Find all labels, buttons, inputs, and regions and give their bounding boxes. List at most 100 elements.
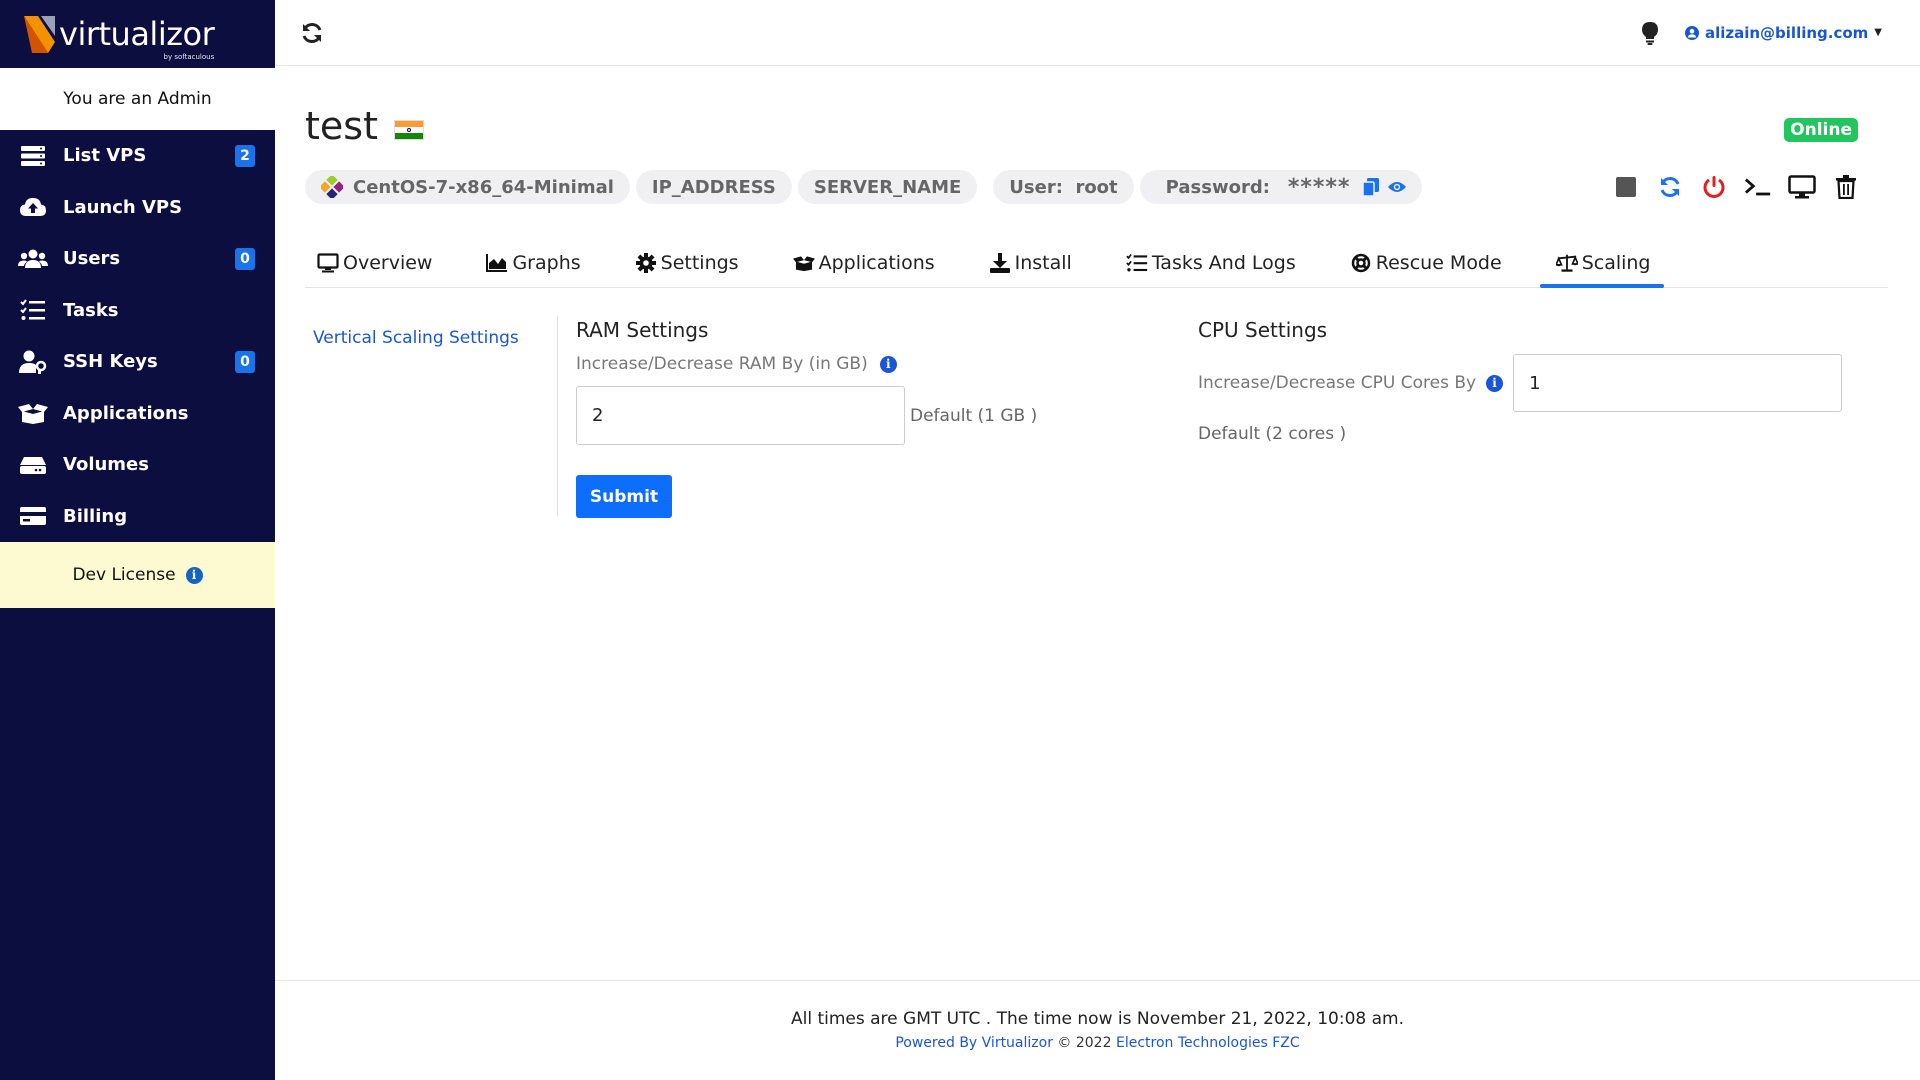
stop-icon [1616,177,1636,197]
powered-by-link[interactable]: Powered By Virtualizor [895,1035,1053,1051]
sidebar-item-volumes[interactable]: Volumes [0,439,275,491]
scaling-sidenav: Vertical Scaling Settings [305,316,558,516]
server-name: SERVER_NAME [813,176,962,198]
tab-overview[interactable]: Overview [317,238,432,287]
eye-icon[interactable] [1388,178,1407,196]
ram-input[interactable] [576,386,905,445]
terminal-icon [1744,178,1771,196]
hdd-icon [18,453,48,477]
sidebar-item-label: Users [63,248,121,270]
tab-label: Graphs [512,251,581,274]
virtualizor-logo-icon [24,15,55,53]
vps-user: User: root [1009,176,1118,198]
lightbulb-icon[interactable] [1637,20,1663,46]
users-icon [18,247,48,271]
company-link[interactable]: Electron Technologies FZC [1116,1035,1300,1051]
sidebar-item-launch-vps[interactable]: Launch VPS [0,182,275,234]
scaling-panel: Vertical Scaling Settings RAM Settings I… [305,316,1888,518]
tab-label: Applications [818,251,935,274]
admin-notice: You are an Admin [0,68,275,130]
main-content: test Online CentOS-7-x86_64-Minimal IP_A… [305,66,1888,518]
password-mask: ***** [1287,174,1351,200]
ram-settings-title: RAM Settings [576,318,709,342]
balance-scale-icon [1555,252,1578,274]
brand-logo[interactable]: virtualizor by softaculous [0,0,275,68]
india-flag-icon [393,120,424,140]
server-pill: SERVER_NAME [797,170,978,204]
sidebar-item-tasks[interactable]: Tasks [0,285,275,337]
ram-field-label: Increase/Decrease RAM By (in GB) [576,354,868,374]
download-icon [989,252,1011,274]
refresh-button[interactable] [297,18,327,48]
tab-label: Settings [660,251,739,274]
cpu-input[interactable] [1513,354,1843,412]
user-menu[interactable]: alizain@billing.com ▼ [1684,24,1882,42]
life-ring-icon [1350,252,1372,274]
restart-button[interactable] [1656,173,1684,201]
trash-icon [1836,175,1856,199]
info-icon[interactable]: i [1486,374,1504,392]
tab-label: Scaling [1581,251,1651,274]
count-badge: 0 [235,247,255,270]
server-time: All times are GMT UTC . The time now is … [790,1009,1404,1029]
tab-applications[interactable]: Applications [792,238,935,287]
server-icon [18,144,48,168]
console-button[interactable] [1744,173,1772,201]
tab-install[interactable]: Install [989,238,1072,287]
tab-tasks-and-logs[interactable]: Tasks And Logs [1126,238,1296,287]
sidebar: virtualizor by softaculous You are an Ad… [0,0,275,1080]
brand-sub: by softaculous [163,53,215,61]
copyright: © 2022 [1057,1035,1112,1051]
sidebar-item-label: Tasks [63,299,119,321]
ram-settings: RAM Settings Increase/Decrease RAM By (i… [558,316,1198,518]
monitor-icon [317,252,339,274]
tab-bar: Overview Graphs Settings Applications In… [305,238,1888,288]
vps-actions [1612,173,1860,201]
tab-scaling[interactable]: Scaling [1539,238,1664,288]
vertical-scaling-link[interactable]: Vertical Scaling Settings [313,328,519,348]
caret-down-icon: ▼ [1874,27,1882,38]
cpu-settings: CPU Settings Increase/Decrease CPU Cores… [1198,316,1888,518]
gear-icon [635,252,657,274]
topbar: alizain@billing.com ▼ [275,0,1920,66]
tasks-icon [1126,252,1148,274]
sidebar-item-label: SSH Keys [63,351,158,373]
desktop-icon [1788,175,1816,199]
delete-button[interactable] [1832,173,1860,201]
brand-name: virtualizor [59,15,215,53]
submit-button[interactable]: Submit [576,475,672,518]
cpu-field-label: Increase/Decrease CPU Cores By [1198,373,1477,393]
restart-icon [1660,176,1680,198]
count-badge: 0 [235,350,255,373]
tab-rescue-mode[interactable]: Rescue Mode [1350,238,1502,287]
tab-label: Rescue Mode [1375,251,1502,274]
sidebar-item-billing[interactable]: Billing [0,491,275,543]
sidebar-item-ssh-keys[interactable]: SSH Keys 0 [0,336,275,388]
sidebar-item-label: Launch VPS [63,196,183,218]
copy-icon[interactable] [1362,178,1380,196]
tab-settings[interactable]: Settings [635,238,739,287]
sidebar-item-list-vps[interactable]: List VPS 2 [0,130,275,182]
credit-card-icon [18,504,48,528]
tab-graphs[interactable]: Graphs [486,238,581,287]
footer: All times are GMT UTC . The time now is … [275,980,1920,1080]
dev-license-notice: Dev License i [0,542,275,608]
info-icon[interactable]: i [185,566,203,584]
ip-pill: IP_ADDRESS [635,170,792,204]
poweroff-button[interactable] [1700,173,1728,201]
vnc-button[interactable] [1788,173,1816,201]
cloud-upload-icon [18,195,48,219]
sidebar-item-users[interactable]: Users 0 [0,233,275,285]
user-circle-icon [1684,25,1699,40]
tab-label: Overview [343,251,433,274]
os-pill: CentOS-7-x86_64-Minimal [305,170,630,204]
power-icon [1703,176,1725,198]
stop-button[interactable] [1612,173,1640,201]
user-pill: User: root [993,170,1134,204]
password-pill: Password: ***** [1139,170,1423,204]
tasks-icon [18,298,48,322]
sidebar-item-applications[interactable]: Applications [0,388,275,440]
password-label: Password: [1165,176,1270,198]
info-icon[interactable]: i [879,355,897,373]
tab-label: Tasks And Logs [1151,251,1296,274]
